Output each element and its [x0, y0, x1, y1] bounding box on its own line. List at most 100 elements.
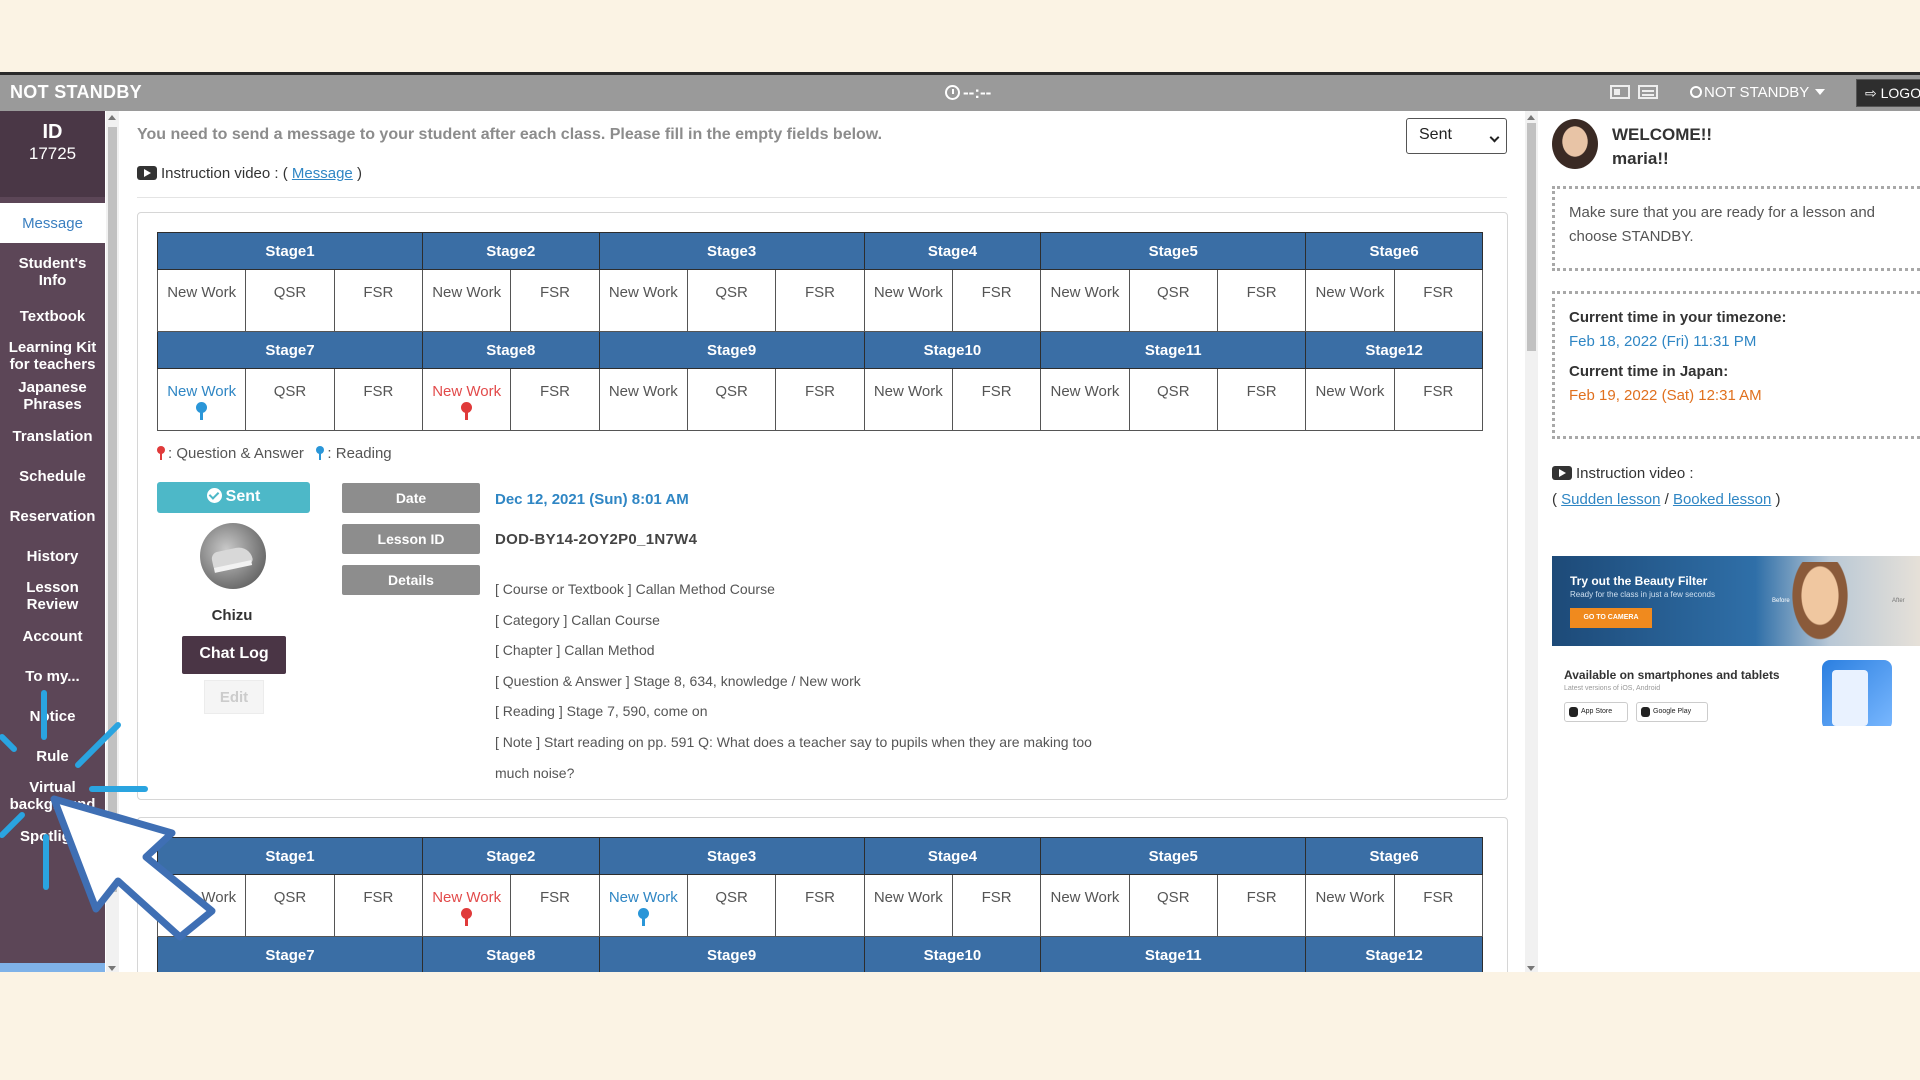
fsr-cell: FSR — [951, 269, 1042, 332]
new-work-cell: New Work — [421, 269, 512, 332]
standby-dropdown[interactable]: NOT STANDBY — [1690, 84, 1826, 101]
scroll-up-icon[interactable] — [108, 115, 116, 120]
banner-title: Available on smartphones and tablets — [1564, 668, 1780, 682]
teacher-avatar — [1552, 119, 1598, 169]
scroll-up-icon[interactable] — [1527, 115, 1535, 120]
list-layout-icon[interactable] — [1638, 85, 1658, 99]
lesson-id-value: DOD-BY14-2OY2P0_1N7W4 — [495, 531, 698, 548]
stage-header-row: Stage7 Stage8 Stage9 Stage10 Stage11 Sta… — [157, 936, 1483, 972]
app-store-badge[interactable]: App Store — [1564, 702, 1628, 722]
stage-header: Stage5 — [1040, 232, 1307, 270]
time-box: Current time in your timezone: Feb 18, 2… — [1552, 291, 1920, 439]
stage-header-row: Stage1 Stage2 Stage3 Stage4 Stage5 Stage… — [157, 837, 1483, 875]
go-to-camera-button[interactable]: GO TO CAMERA — [1570, 608, 1652, 628]
message-filter-select[interactable]: Sent — [1406, 118, 1507, 154]
sidebar-item-japanese-phrases[interactable]: Japanese Phrases — [0, 376, 105, 416]
new-work-cell: New Work — [1305, 368, 1395, 431]
message-video-link[interactable]: Message — [292, 165, 353, 182]
layout-switcher — [1610, 85, 1666, 104]
google-play-badge[interactable]: Google Play — [1636, 702, 1708, 722]
fsr-cell: FSR — [1216, 368, 1307, 431]
fsr-cell: FSR — [333, 368, 423, 431]
scroll-down-icon[interactable] — [108, 966, 116, 971]
sidebar-item-lesson-review[interactable]: Lesson Review — [0, 576, 105, 616]
sidebar-item-schedule[interactable]: Schedule — [0, 456, 105, 496]
cell-label: New Work — [167, 383, 237, 400]
detail-line: [ Question & Answer ] Stage 8, 634, know… — [495, 672, 861, 689]
main-scrollbar[interactable] — [1525, 111, 1538, 972]
stage-header: Stage1 — [157, 232, 423, 270]
sidebar-item-account[interactable]: Account — [0, 616, 105, 656]
detail-line: [ Chapter ] Callan Method — [495, 642, 655, 659]
app-frame: NOT STANDBY --:-- NOT STANDBY ⇨ LOGO ID … — [0, 72, 1920, 972]
new-work-cell: New Work — [863, 368, 953, 431]
sidebar-item-history[interactable]: History — [0, 536, 105, 576]
grid-layout-icon[interactable] — [1610, 85, 1630, 99]
status-indicator: NOT STANDBY — [10, 82, 142, 102]
details-label: Details — [342, 565, 480, 595]
stage-header: Stage6 — [1305, 232, 1483, 270]
student-name: Chizu — [211, 607, 253, 624]
fsr-cell: FSR — [775, 874, 865, 937]
qsr-cell: QSR — [1128, 269, 1218, 332]
sidebar-item-learning-kit[interactable]: Learning Kit for teachers — [0, 336, 105, 376]
lesson-id-label: Lesson ID — [342, 524, 480, 554]
beauty-filter-banner[interactable]: Try out the Beauty Filter Ready for the … — [1552, 556, 1920, 646]
new-work-cell: New Work — [1040, 874, 1130, 937]
status-dot-icon — [1690, 86, 1702, 98]
reading-pin-icon — [196, 402, 208, 420]
date-label: Date — [342, 483, 480, 513]
model-photo — [1788, 562, 1852, 646]
date-value: Dec 12, 2021 (Sun) 8:01 AM — [495, 491, 689, 508]
timer-value: --:-- — [963, 83, 992, 102]
sidebar-item-students-info[interactable]: Student's Info — [0, 247, 105, 296]
right-panel: WELCOME!! maria!! Make sure that you are… — [1542, 111, 1920, 972]
stage-header: Stage9 — [598, 936, 865, 972]
chat-log-button[interactable]: Chat Log — [182, 636, 286, 674]
stage-header: Stage5 — [1040, 837, 1307, 875]
new-work-cell: New Work — [1305, 269, 1395, 332]
stage-header-row: Stage7 Stage8 Stage9 Stage10 Stage11 Sta… — [157, 331, 1483, 369]
mobile-app-banner[interactable]: Available on smartphones and tablets Lat… — [1552, 656, 1920, 726]
stage-header: Stage4 — [863, 232, 1042, 270]
video-play-icon — [137, 166, 157, 180]
message-card: Stage1 Stage2 Stage3 Stage4 Stage5 Stage… — [137, 817, 1508, 972]
sent-badge-label: Sent — [225, 488, 261, 505]
reading-pin-icon — [316, 446, 325, 460]
ready-message: Make sure that you are ready for a lesso… — [1569, 204, 1876, 245]
detail-line: [ Reading ] Stage 7, 590, come on — [495, 703, 708, 720]
sudden-lesson-link[interactable]: Sudden lesson — [1561, 491, 1660, 508]
stage-header: Stage4 — [863, 837, 1042, 875]
message-card: Stage1 Stage2 Stage3 Stage4 Stage5 Stage… — [137, 212, 1508, 800]
chevron-down-icon — [1489, 132, 1500, 143]
fsr-cell: FSR — [951, 368, 1042, 431]
fsr-cell: FSR — [1393, 269, 1484, 332]
scrollbar-thumb[interactable] — [1527, 123, 1536, 351]
sidebar-item-textbook[interactable]: Textbook — [0, 296, 105, 336]
pin-legend: : Question & Answer : Reading — [157, 445, 392, 462]
welcome-block: WELCOME!! maria!! — [1612, 123, 1712, 171]
stage-header: Stage11 — [1040, 331, 1307, 369]
logout-button[interactable]: ⇨ LOGO — [1856, 79, 1920, 107]
qsr-cell: QSR — [245, 269, 335, 332]
sidebar-item-translation[interactable]: Translation — [0, 416, 105, 456]
qsr-cell: QSR — [1128, 368, 1218, 431]
stage-header: Stage9 — [598, 331, 865, 369]
stage-cell-row: New Work QSR FSR New Work FSR New Work Q… — [156, 269, 1484, 332]
booked-lesson-link[interactable]: Booked lesson — [1673, 491, 1771, 508]
sidebar-item-reservation[interactable]: Reservation — [0, 496, 105, 536]
new-work-cell: New Work — [863, 269, 953, 332]
instruction-prefix: Instruction video : ( — [161, 165, 288, 182]
scroll-down-icon[interactable] — [1527, 966, 1535, 971]
fsr-cell: FSR — [510, 368, 600, 431]
chevron-down-icon — [1815, 89, 1826, 95]
stage-header: Stage8 — [421, 936, 600, 972]
lesson-timer: --:-- — [945, 83, 991, 103]
sidebar-item-message[interactable]: Message — [0, 203, 105, 243]
main-content: You need to send a message to your stude… — [120, 111, 1524, 972]
stage-header: Stage10 — [863, 331, 1042, 369]
fsr-cell: FSR — [1216, 269, 1307, 332]
fsr-cell: FSR — [775, 368, 865, 431]
logout-label: LOGO — [1880, 85, 1920, 101]
divider — [137, 197, 1507, 198]
